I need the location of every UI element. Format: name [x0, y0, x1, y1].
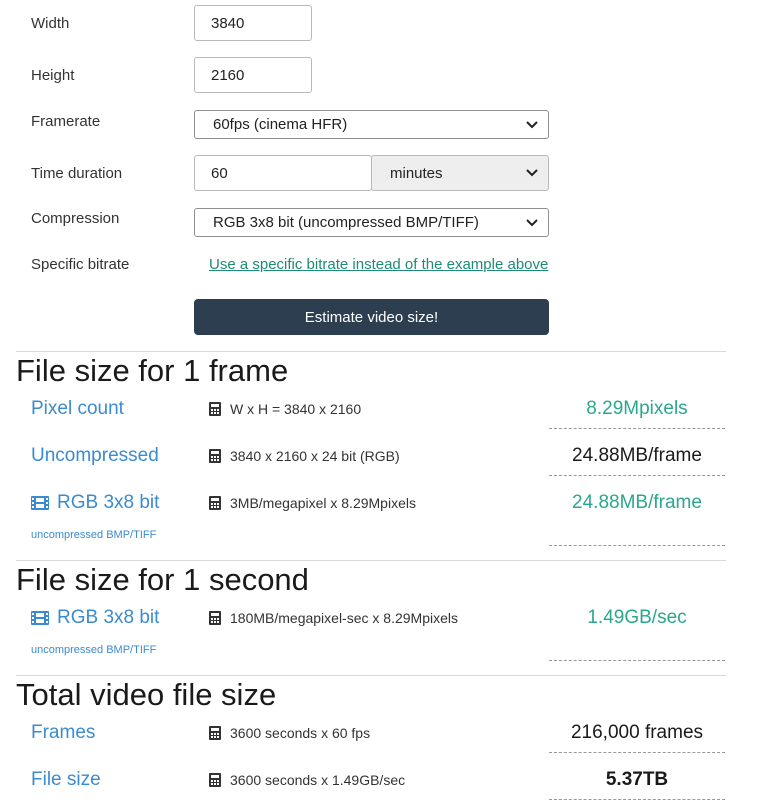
- height-input[interactable]: 2160: [194, 57, 312, 93]
- uncompressed-label[interactable]: Uncompressed: [31, 445, 159, 467]
- uncompressed-text: Uncompressed: [31, 445, 159, 466]
- rgb-3x8-sublabel: uncompressed BMP/TIFF: [31, 529, 157, 541]
- rgb-3x8-text: RGB 3x8 bit: [57, 492, 160, 513]
- width-label: Width: [31, 15, 70, 32]
- calculator-icon: [209, 496, 221, 510]
- result-divider: [549, 660, 725, 661]
- calculator-icon: [209, 402, 221, 416]
- frames-label[interactable]: Frames: [31, 722, 95, 744]
- height-label: Height: [31, 67, 75, 84]
- framerate-select-value: 60fps (cinema HFR): [213, 116, 348, 133]
- rgb-3x8-label[interactable]: RGB 3x8 bit: [31, 492, 159, 514]
- file-size-result: 5.37TB: [605, 769, 669, 790]
- file-size-formula-text: 3600 seconds x 1.49GB/sec: [230, 772, 406, 788]
- duration-unit-value: minutes: [390, 164, 443, 182]
- compression-select[interactable]: RGB 3x8 bit (uncompressed BMP/TIFF): [194, 208, 549, 237]
- rgb-3x8-formula-text: 3MB/megapixel x 8.29Mpixels: [230, 495, 416, 511]
- duration-input[interactable]: 60: [194, 155, 372, 191]
- rgb-3x8-formula: 3MB/megapixel x 8.29Mpixels: [208, 495, 416, 511]
- framerate-select[interactable]: 60fps (cinema HFR): [194, 110, 549, 139]
- result-divider: [549, 475, 725, 476]
- divider: [16, 351, 726, 352]
- rgb-3x8-frame-result: 24.88MB/frame: [572, 492, 702, 513]
- duration-unit-select[interactable]: minutes: [371, 155, 549, 191]
- pixel-count-formula: W x H = 3840 x 2160: [208, 401, 361, 417]
- pixel-count-label[interactable]: Pixel count: [31, 398, 124, 420]
- compression-label: Compression: [31, 210, 120, 227]
- calculator-icon: [209, 773, 221, 787]
- specific-bitrate-link[interactable]: Use a specific bitrate instead of the ex…: [209, 256, 548, 273]
- pixel-count-formula-text: W x H = 3840 x 2160: [230, 401, 362, 417]
- compression-select-value: RGB 3x8 bit (uncompressed BMP/TIFF): [213, 214, 479, 231]
- width-input[interactable]: 3840: [194, 5, 312, 41]
- divider: [16, 675, 726, 676]
- calculator-icon: [209, 611, 221, 625]
- uncompressed-formula-text: 3840 x 2160 x 24 bit (RGB): [230, 448, 400, 464]
- calculator-icon: [209, 726, 221, 740]
- estimate-button[interactable]: Estimate video size!: [194, 299, 549, 335]
- chevron-down-icon: [526, 218, 538, 226]
- frames-text: Frames: [31, 722, 96, 743]
- divider: [16, 560, 726, 561]
- chevron-down-icon: [526, 169, 538, 177]
- result-divider: [549, 428, 725, 429]
- result-divider: [549, 799, 725, 800]
- pixel-count-text: Pixel count: [31, 398, 124, 419]
- frame-section-title: File size for 1 frame: [16, 353, 289, 388]
- rgb-3x8-sec-sublabel: uncompressed BMP/TIFF: [31, 644, 157, 656]
- result-divider: [549, 752, 725, 753]
- duration-label: Time duration: [31, 165, 123, 182]
- film-icon: [31, 496, 49, 510]
- file-size-formula: 3600 seconds x 1.49GB/sec: [208, 772, 405, 788]
- rgb-3x8-sec-text: RGB 3x8 bit: [57, 607, 160, 628]
- total-section-title: Total video file size: [16, 677, 277, 712]
- film-icon: [31, 611, 49, 625]
- result-divider: [549, 545, 725, 546]
- rgb-3x8-sec-label[interactable]: RGB 3x8 bit: [31, 607, 159, 629]
- rgb-3x8-sec-formula: 180MB/megapixel-sec x 8.29Mpixels: [208, 610, 458, 626]
- uncompressed-formula: 3840 x 2160 x 24 bit (RGB): [208, 448, 400, 464]
- file-size-text: File size: [31, 769, 101, 790]
- framerate-label: Framerate: [31, 113, 101, 130]
- frames-result: 216,000 frames: [570, 722, 704, 743]
- file-size-label[interactable]: File size: [31, 769, 101, 791]
- frames-formula-text: 3600 seconds x 60 fps: [230, 725, 371, 741]
- calculator-icon: [209, 449, 221, 463]
- frames-formula: 3600 seconds x 60 fps: [208, 725, 370, 741]
- rgb-3x8-sec-result: 1.49GB/sec: [587, 607, 687, 628]
- second-section-title: File size for 1 second: [16, 562, 309, 597]
- pixel-count-result: 8.29Mpixels: [586, 398, 688, 419]
- bitrate-label: Specific bitrate: [31, 256, 130, 273]
- rgb-3x8-sec-formula-text: 180MB/megapixel-sec x 8.29Mpixels: [230, 610, 458, 626]
- chevron-down-icon: [526, 120, 538, 128]
- uncompressed-result: 24.88MB/frame: [572, 445, 702, 466]
